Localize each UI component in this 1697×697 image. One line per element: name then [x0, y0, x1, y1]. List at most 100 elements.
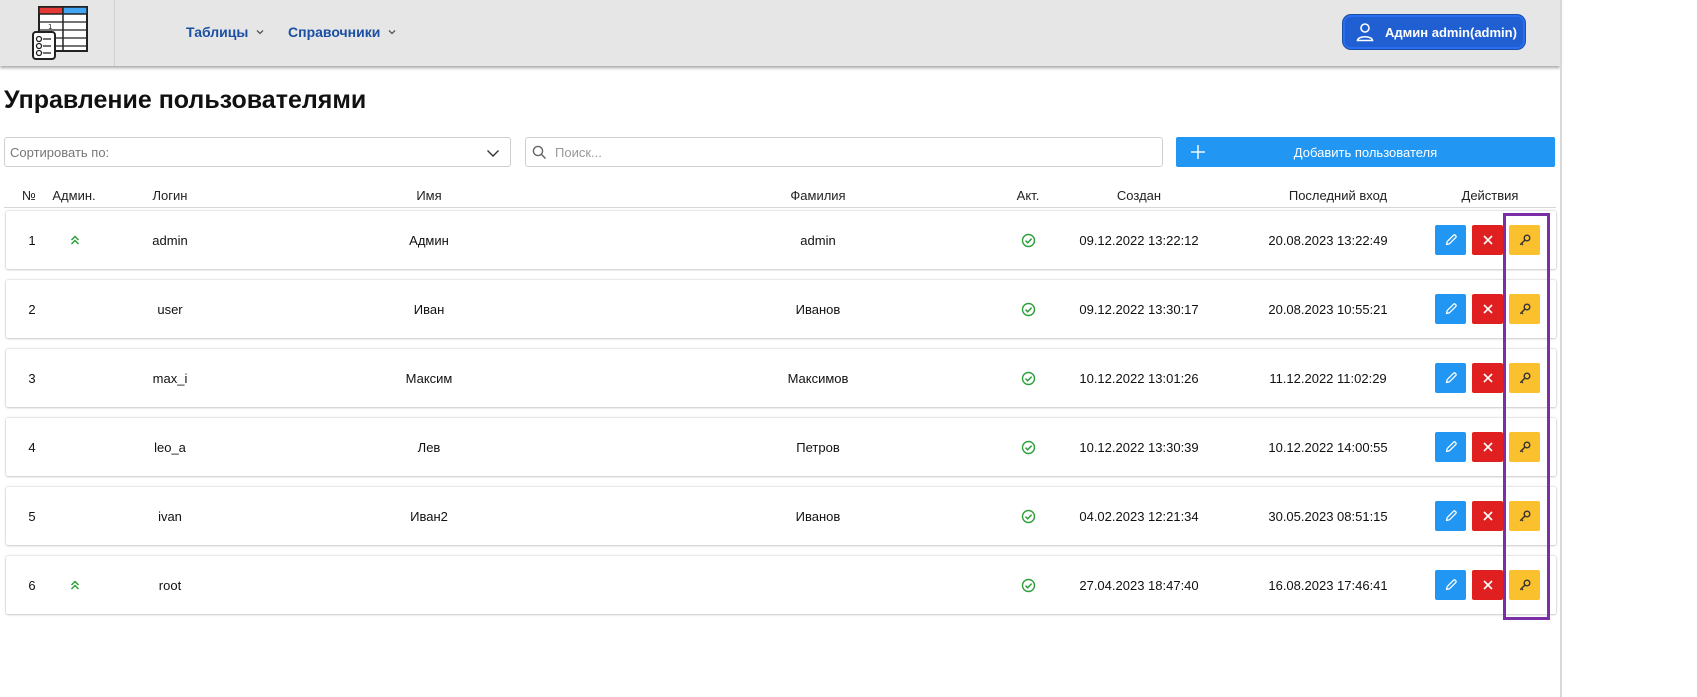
row-first-name: Иван2	[410, 508, 448, 524]
column-header-last-name[interactable]: Фамилия	[718, 188, 918, 203]
chevron-down-icon	[487, 150, 499, 157]
row-last-login: 16.08.2023 17:46:41	[1268, 577, 1388, 593]
double-chevron-up-icon	[70, 580, 80, 590]
change-password-button[interactable]	[1509, 501, 1540, 531]
row-last-login: 11.12.2022 11:02:29	[1269, 370, 1387, 386]
column-header-number[interactable]: №	[14, 188, 44, 203]
row-login: max_i	[152, 370, 188, 386]
row-number: 6	[28, 577, 36, 593]
edit-user-button[interactable]	[1435, 363, 1466, 393]
nav-directories-menu[interactable]: Справочники	[288, 24, 397, 40]
row-last-login: 20.08.2023 10:55:21	[1268, 301, 1388, 317]
delete-user-button[interactable]	[1472, 225, 1503, 255]
pencil-icon	[1445, 441, 1457, 453]
check-circle-icon	[1021, 509, 1035, 523]
delete-user-button[interactable]	[1472, 501, 1503, 531]
check-circle-icon	[1021, 302, 1035, 316]
row-active-flag	[1003, 211, 1053, 269]
row-last-name: Иванов	[795, 301, 841, 317]
chevron-down-icon	[256, 30, 264, 35]
user-icon	[1356, 23, 1374, 42]
delete-user-button[interactable]	[1472, 432, 1503, 462]
chevron-down-icon	[388, 30, 396, 35]
nav-tables-label: Таблицы	[186, 24, 249, 40]
row-last-name: Петров	[796, 439, 840, 455]
row-admin-flag	[46, 418, 104, 476]
column-header-last-login[interactable]: Последний вход	[1268, 188, 1408, 203]
row-last-login: 20.08.2023 13:22:49	[1268, 232, 1388, 248]
column-header-first-name[interactable]: Имя	[329, 188, 529, 203]
edit-user-button[interactable]	[1435, 294, 1466, 324]
row-active-flag	[1003, 556, 1053, 614]
row-number: 1	[28, 232, 36, 248]
row-created: 27.04.2023 18:47:40	[1079, 577, 1199, 593]
nav-directories-label: Справочники	[288, 24, 381, 40]
pencil-icon	[1445, 303, 1457, 315]
row-created: 09.12.2022 13:30:17	[1079, 301, 1199, 317]
sort-select[interactable]: Сортировать по:	[4, 137, 511, 167]
check-circle-icon	[1021, 440, 1035, 454]
edit-user-button[interactable]	[1435, 501, 1466, 531]
add-user-button[interactable]: Добавить пользователя	[1176, 137, 1555, 167]
change-password-button[interactable]	[1509, 225, 1540, 255]
nav-tables-menu[interactable]: Таблицы	[186, 24, 265, 40]
change-password-button[interactable]	[1509, 570, 1540, 600]
scrollbar-track[interactable]	[1560, 0, 1562, 697]
row-created: 10.12.2022 13:30:39	[1079, 439, 1199, 455]
row-admin-flag	[46, 349, 104, 407]
plus-icon	[1191, 145, 1205, 159]
row-created: 10.12.2022 13:01:26	[1079, 370, 1199, 386]
close-icon	[1482, 304, 1493, 314]
pencil-icon	[1445, 372, 1457, 384]
search-box[interactable]	[525, 137, 1163, 167]
column-header-login[interactable]: Логин	[110, 188, 230, 203]
row-first-name: Максим	[405, 370, 453, 386]
key-icon	[1519, 441, 1530, 453]
check-circle-icon	[1021, 578, 1035, 592]
column-header-active[interactable]: Акт.	[1003, 188, 1053, 203]
edit-user-button[interactable]	[1435, 225, 1466, 255]
table-app-logo-icon[interactable]: 1 2	[30, 6, 90, 60]
row-admin-flag	[46, 280, 104, 338]
edit-user-button[interactable]	[1435, 432, 1466, 462]
row-admin-flag	[46, 211, 104, 269]
search-icon	[532, 145, 547, 159]
row-first-name: Лев	[417, 439, 441, 455]
table-row: 1 admin Админ admin 09.12.2022 13:22:12 20.08…	[6, 211, 1556, 269]
search-input[interactable]	[553, 143, 1143, 161]
row-admin-flag	[46, 487, 104, 545]
column-header-admin[interactable]: Админ.	[44, 188, 104, 203]
key-icon	[1519, 372, 1530, 384]
close-icon	[1482, 235, 1493, 245]
check-circle-icon	[1021, 371, 1035, 385]
pencil-icon	[1445, 579, 1457, 591]
table-row: 6 root 27.04.2023 18:47:40 16.08.2023 17:46…	[6, 556, 1556, 614]
row-login: leo_a	[154, 439, 186, 455]
delete-user-button[interactable]	[1472, 570, 1503, 600]
key-icon	[1519, 303, 1530, 315]
header-divider-line	[4, 207, 1556, 208]
table-row: 3 max_i Максим Максимов 10.12.2022 13:01:26 1…	[6, 349, 1556, 407]
pencil-icon	[1445, 510, 1457, 522]
change-password-button[interactable]	[1509, 363, 1540, 393]
user-menu-button[interactable]: Админ admin(admin)	[1343, 15, 1525, 49]
row-last-name: Иванов	[795, 508, 841, 524]
delete-user-button[interactable]	[1472, 363, 1503, 393]
key-icon	[1519, 579, 1530, 591]
column-header-created[interactable]: Создан	[1079, 188, 1199, 203]
header-divider	[114, 0, 115, 66]
column-header-actions: Действия	[1461, 188, 1519, 203]
change-password-button[interactable]	[1509, 294, 1540, 324]
delete-user-button[interactable]	[1472, 294, 1503, 324]
key-icon	[1519, 510, 1530, 522]
edit-user-button[interactable]	[1435, 570, 1466, 600]
row-first-name	[329, 556, 529, 614]
row-number: 5	[28, 508, 36, 524]
row-number: 3	[28, 370, 36, 386]
close-icon	[1482, 511, 1493, 521]
row-login: user	[157, 301, 183, 317]
pencil-icon	[1445, 234, 1457, 246]
close-icon	[1482, 442, 1493, 452]
change-password-button[interactable]	[1509, 432, 1540, 462]
row-created: 04.02.2023 12:21:34	[1079, 508, 1199, 524]
